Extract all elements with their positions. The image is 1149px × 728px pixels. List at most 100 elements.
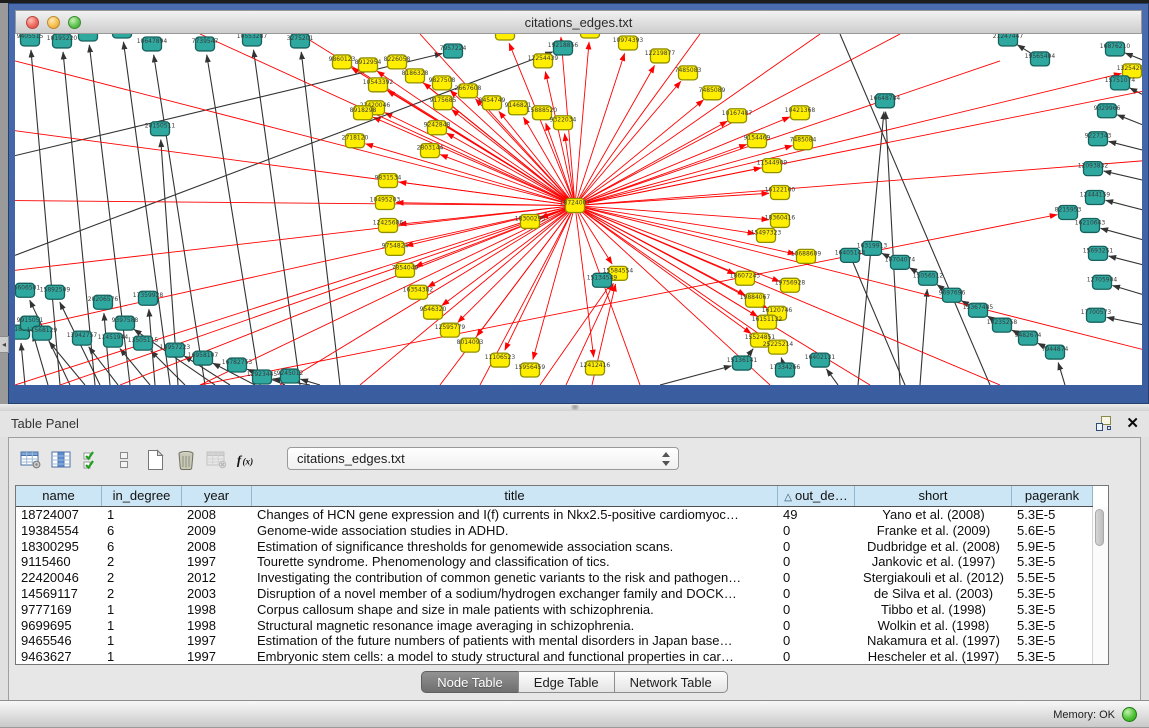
network-graph[interactable]: 1872400798601238912954822605810543392818…: [15, 34, 1142, 385]
graph-node[interactable]: 12923445: [247, 370, 278, 384]
graph-node[interactable]: 3275201: [287, 34, 314, 48]
row-height-button[interactable]: [112, 447, 136, 473]
close-panel-icon[interactable]: ✕: [1126, 415, 1139, 432]
graph-node[interactable]: 9697696: [939, 288, 966, 302]
function-builder-button[interactable]: f (x): [236, 447, 260, 473]
table-selector-dropdown[interactable]: citations_edges.txt: [287, 447, 679, 470]
column-header-name[interactable]: name: [16, 486, 102, 506]
graph-node[interactable]: 2667608: [455, 84, 482, 98]
graph-node[interactable]: 9860123: [329, 55, 356, 69]
graph-node[interactable]: 20206576: [88, 295, 119, 309]
graph-node[interactable]: 7854049: [392, 263, 419, 277]
graph-node[interactable]: 17700573: [1081, 308, 1112, 322]
graph-node[interactable]: 9482674: [1015, 331, 1042, 345]
table-row[interactable]: 1938455462009Genome-wide association stu…: [16, 523, 1108, 539]
graph-node[interactable]: 10195220: [47, 34, 78, 48]
graph-node[interactable]: 10974393: [613, 36, 644, 50]
column-header-short[interactable]: short: [855, 486, 1012, 506]
graph-node[interactable]: 9546320: [420, 305, 447, 319]
graph-node[interactable]: 12705904: [1087, 275, 1118, 289]
graph-node[interactable]: 9227343: [1085, 132, 1112, 146]
graph-node[interactable]: 8454749: [479, 96, 506, 110]
graph-node[interactable]: 16958107: [188, 351, 219, 365]
table-row[interactable]: 2242004622012Investigating the contribut…: [16, 570, 1108, 586]
graph-node[interactable]: 19565404: [1025, 52, 1056, 66]
graph-node[interactable]: 16405143: [835, 248, 866, 262]
graph-node[interactable]: 9012546: [109, 34, 136, 38]
tab-edge-table[interactable]: Edge Table: [518, 671, 615, 693]
graph-node[interactable]: 19756928: [775, 278, 806, 292]
graph-node[interactable]: 17334266: [770, 363, 801, 377]
graph-node[interactable]: 12254439: [528, 54, 559, 68]
graph-node[interactable]: 2718120: [342, 134, 369, 148]
graph-node[interactable]: 15888520: [527, 106, 558, 120]
show-columns-button[interactable]: [50, 447, 74, 473]
graph-node[interactable]: 9872166: [577, 34, 604, 38]
graph-node[interactable]: 8622058: [75, 34, 102, 41]
graph-node[interactable]: 16402131: [805, 353, 836, 367]
graph-node[interactable]: 8912954: [355, 58, 382, 72]
graph-node[interactable]: 12412416: [580, 361, 611, 375]
graph-node[interactable]: 9322034: [550, 116, 577, 130]
graph-node[interactable]: 9405515: [17, 34, 44, 46]
table-row[interactable]: 969969511998Structural magnetic resonanc…: [16, 618, 1108, 634]
graph-node[interactable]: 10647894: [137, 37, 168, 51]
graph-node[interactable]: 9146821: [505, 101, 532, 115]
float-panel-icon[interactable]: [1095, 415, 1112, 432]
graph-node[interactable]: 10421368: [785, 106, 816, 120]
column-header-in_degree[interactable]: in_degree: [102, 486, 182, 506]
graph-node[interactable]: 16122160: [765, 186, 796, 200]
table-vertical-scrollbar[interactable]: [1092, 507, 1108, 664]
graph-node[interactable]: 13942757: [67, 331, 98, 345]
graph-node[interactable]: 7485084: [790, 136, 817, 150]
graph-node[interactable]: 9329966: [1094, 104, 1121, 118]
graph-node[interactable]: 18360416: [765, 213, 796, 227]
table-mode-button[interactable]: [19, 447, 43, 473]
graph-node[interactable]: 10553287: [237, 34, 268, 46]
graph-node[interactable]: 9827508: [429, 76, 456, 90]
graph-node[interactable]: 9831534: [375, 174, 402, 188]
graph-node[interactable]: 9242848: [424, 121, 451, 135]
graph-node[interactable]: 12219877: [645, 49, 676, 63]
column-header-year[interactable]: year: [182, 486, 252, 506]
graph-node[interactable]: 8613024: [492, 34, 519, 40]
column-header-out_degree[interactable]: △out_de…: [778, 486, 855, 506]
select-columns-button[interactable]: [81, 447, 105, 473]
tab-network-table[interactable]: Network Table: [614, 671, 728, 693]
graph-node[interactable]: 11106523: [485, 353, 516, 367]
graph-node[interactable]: 9754824: [382, 241, 409, 255]
network-canvas[interactable]: 1872400798601238912954822605810543392818…: [15, 34, 1142, 385]
graph-node[interactable]: 7485083: [675, 66, 702, 80]
graph-node[interactable]: 7957224: [440, 44, 467, 58]
table-row[interactable]: 977716911998Corpus callosum shape and si…: [16, 602, 1108, 618]
graph-node[interactable]: 2803144: [417, 144, 444, 158]
tab-node-table[interactable]: Node Table: [421, 671, 519, 693]
graph-node[interactable]: 9154469: [744, 134, 771, 148]
graph-node[interactable]: 12444159: [1080, 191, 1111, 205]
graph-node[interactable]: 9397588: [112, 316, 139, 330]
graph-node[interactable]: 15892509: [40, 285, 71, 299]
table-row[interactable]: 1456911722003Disruption of a novel membe…: [16, 586, 1108, 602]
graph-node[interactable]: 7739547: [192, 37, 219, 51]
table-row[interactable]: 946362711997Embryonic stem cells: a mode…: [16, 649, 1108, 665]
table-row[interactable]: 1872400712008Changes of HCN gene express…: [16, 507, 1108, 523]
graph-node[interactable]: 21247447: [993, 34, 1024, 46]
column-header-pagerank[interactable]: pagerank: [1012, 486, 1093, 506]
table-row[interactable]: 1830029562008Estimation of significance …: [16, 539, 1108, 555]
graph-node[interactable]: 16354382: [403, 285, 434, 299]
graph-node[interactable]: 8186328: [402, 69, 429, 83]
graph-node[interactable]: 15497323: [751, 228, 782, 242]
new-column-button[interactable]: [143, 447, 167, 473]
table-row[interactable]: 911546021997Tourette syndrome. Phenomeno…: [16, 554, 1108, 570]
graph-node[interactable]: 8226058: [384, 55, 411, 69]
graph-node[interactable]: 15693251: [1083, 246, 1114, 260]
graph-node[interactable]: 25606501: [15, 283, 40, 297]
graph-node[interactable]: 12595779: [435, 323, 466, 337]
graph-node[interactable]: 10167487: [722, 109, 753, 123]
split-divider[interactable]: [0, 404, 1149, 411]
graph-node[interactable]: 8014093: [457, 338, 484, 352]
graph-node[interactable]: 15136141: [727, 356, 758, 370]
graph-node[interactable]: 7944874: [1042, 345, 1069, 359]
graph-node[interactable]: 9245012: [277, 369, 304, 383]
graph-node[interactable]: 8918298: [350, 106, 377, 120]
